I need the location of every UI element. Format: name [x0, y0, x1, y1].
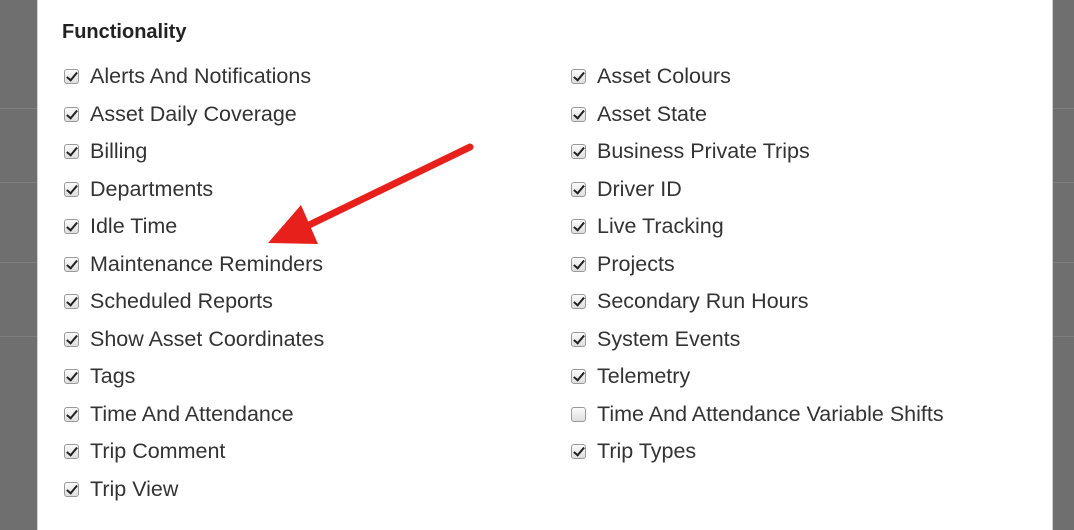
checkbox-box[interactable]	[64, 69, 79, 85]
checkbox-box[interactable]	[64, 444, 79, 460]
checkbox-label: Departments	[90, 176, 214, 201]
checkbox-trip-comment[interactable]: Trip Comment	[64, 433, 324, 471]
checkbox-box[interactable]	[64, 406, 79, 422]
checkbox-label: Trip View	[90, 476, 179, 501]
checkbox-show-asset-coordinates[interactable]: Show Asset Coordinates	[64, 321, 324, 359]
checkbox-alerts-and-notifications[interactable]: Alerts And Notifications	[64, 58, 324, 96]
checkbox-box[interactable]	[64, 219, 79, 235]
checkbox-business-private-trips[interactable]: Business Private Trips	[571, 133, 944, 171]
checkbox-box[interactable]	[64, 331, 79, 347]
checkbox-box[interactable]	[571, 144, 586, 160]
checkbox-label: Show Asset Coordinates	[90, 326, 325, 351]
checkbox-box[interactable]	[571, 69, 586, 85]
checkbox-billing[interactable]: Billing	[64, 133, 324, 171]
checkbox-label: Asset State	[597, 101, 707, 126]
checkbox-box[interactable]	[571, 106, 586, 122]
checkbox-label: Telemetry	[597, 364, 691, 389]
checkbox-trip-types[interactable]: Trip Types	[571, 433, 944, 471]
checkbox-box[interactable]	[64, 181, 79, 197]
checkbox-label: Asset Colours	[597, 64, 731, 89]
checkbox-driver-id[interactable]: Driver ID	[571, 171, 944, 209]
checkbox-asset-daily-coverage[interactable]: Asset Daily Coverage	[64, 96, 324, 134]
checkbox-box[interactable]	[571, 181, 586, 197]
functionality-left-column: Alerts And Notifications Asset Daily Cov…	[64, 58, 324, 508]
checkbox-box[interactable]	[571, 331, 586, 347]
settings-modal: Functionality Alerts And Notifications A…	[37, 0, 1053, 530]
checkbox-label: Business Private Trips	[597, 139, 810, 164]
checkbox-box[interactable]	[64, 106, 79, 122]
checkbox-label: Tags	[90, 364, 136, 389]
checkbox-box[interactable]	[571, 369, 586, 385]
checkbox-label: Driver ID	[597, 176, 682, 201]
checkbox-live-tracking[interactable]: Live Tracking	[571, 208, 944, 246]
checkbox-label: Asset Daily Coverage	[90, 101, 297, 126]
checkbox-box[interactable]	[64, 144, 79, 160]
checkbox-idle-time[interactable]: Idle Time	[64, 208, 324, 246]
functionality-right-column: Asset Colours Asset State Business Priva…	[571, 58, 944, 471]
checkbox-label: Time And Attendance	[90, 401, 294, 426]
checkbox-label: System Events	[597, 326, 741, 351]
checkbox-label: Alerts And Notifications	[90, 64, 312, 89]
checkbox-label: Secondary Run Hours	[597, 289, 809, 314]
checkbox-system-events[interactable]: System Events	[571, 321, 944, 359]
checkbox-label: Trip Types	[597, 439, 697, 464]
checkbox-projects[interactable]: Projects	[571, 246, 944, 284]
checkbox-label: Time And Attendance Variable Shifts	[597, 401, 944, 426]
checkbox-box[interactable]	[571, 444, 586, 460]
checkbox-time-and-attendance-variable-shifts[interactable]: Time And Attendance Variable Shifts	[571, 396, 944, 434]
checkbox-label: Trip Comment	[90, 439, 226, 464]
section-title: Functionality	[62, 21, 187, 43]
checkbox-box[interactable]	[64, 369, 79, 385]
checkbox-box[interactable]	[64, 256, 79, 272]
checkbox-time-and-attendance[interactable]: Time And Attendance	[64, 396, 324, 434]
checkbox-label: Idle Time	[90, 214, 178, 239]
checkbox-label: Live Tracking	[597, 214, 724, 239]
checkbox-label: Projects	[597, 251, 675, 276]
checkbox-departments[interactable]: Departments	[64, 171, 324, 209]
checkbox-maintenance-reminders[interactable]: Maintenance Reminders	[64, 246, 324, 284]
checkbox-box[interactable]	[64, 294, 79, 310]
checkbox-scheduled-reports[interactable]: Scheduled Reports	[64, 283, 324, 321]
checkbox-asset-state[interactable]: Asset State	[571, 96, 944, 134]
checkbox-box[interactable]	[571, 294, 586, 310]
checkbox-label: Scheduled Reports	[90, 289, 273, 314]
checkbox-label: Maintenance Reminders	[90, 251, 324, 276]
checkbox-tags[interactable]: Tags	[64, 358, 324, 396]
checkbox-box[interactable]	[571, 219, 586, 235]
checkbox-box[interactable]	[571, 256, 586, 272]
checkbox-telemetry[interactable]: Telemetry	[571, 358, 944, 396]
checkbox-trip-view[interactable]: Trip View	[64, 471, 324, 509]
checkbox-secondary-run-hours[interactable]: Secondary Run Hours	[571, 283, 944, 321]
checkbox-asset-colours[interactable]: Asset Colours	[571, 58, 944, 96]
checkbox-label: Billing	[90, 139, 148, 164]
checkbox-box[interactable]	[571, 406, 586, 422]
checkbox-box[interactable]	[64, 481, 79, 497]
